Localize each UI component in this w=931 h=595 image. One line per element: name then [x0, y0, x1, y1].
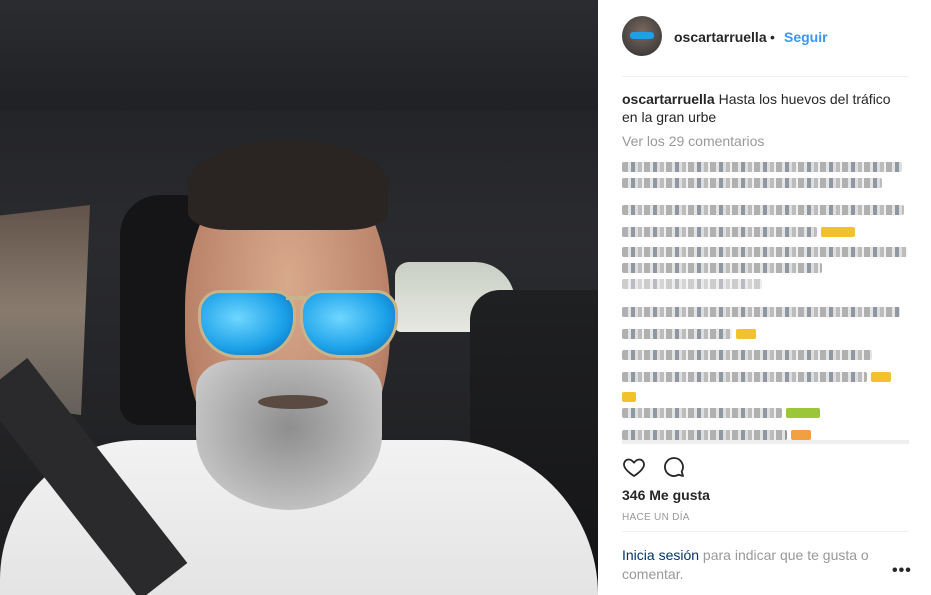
comment-blurred-line: [622, 279, 762, 289]
follow-button[interactable]: Seguir: [784, 29, 828, 45]
comment-blurred-line: [622, 408, 782, 418]
sunglasses-lens-left: [198, 290, 296, 358]
login-link[interactable]: Inicia sesión: [622, 547, 699, 563]
comment-item: [622, 301, 907, 345]
emoji-icon: [871, 372, 891, 382]
person-mouth: [258, 395, 328, 409]
sunglasses-lens-right: [300, 290, 398, 358]
comment-blurred-line: [622, 247, 907, 257]
comment-blurred-line: [622, 263, 822, 273]
comment-item: [622, 241, 907, 295]
comment-icon[interactable]: [662, 455, 686, 479]
person-beard: [196, 360, 382, 510]
comment-blurred-line: [622, 329, 732, 339]
comment-blurred-line: [622, 178, 882, 188]
header-divider: [622, 76, 909, 77]
post-actions: [622, 455, 686, 479]
user-avatar[interactable]: [622, 16, 662, 56]
person-hair: [188, 140, 388, 230]
view-all-comments-link[interactable]: Ver los 29 comentarios: [622, 133, 764, 149]
more-options-icon[interactable]: •••: [892, 562, 912, 580]
comment-blurred-line: [622, 205, 904, 215]
car-headliner: [0, 0, 598, 110]
comment-blurred-line: [622, 307, 900, 317]
comment-item: [622, 199, 907, 243]
footer-divider: [622, 531, 909, 532]
emoji-icon: [622, 391, 636, 402]
post-caption: oscartarruella Hasta los huevos del tráfi…: [622, 90, 892, 126]
heart-icon[interactable]: [622, 455, 646, 479]
emoji-icon: [791, 430, 811, 440]
comment-blurred-line: [622, 162, 902, 172]
comment-blurred-line: [622, 372, 867, 382]
post-header: oscartarruella • Seguir: [598, 0, 931, 76]
post-sidebar: oscartarruella • Seguir oscartarruella Ha…: [598, 0, 931, 595]
comment-item: [622, 344, 907, 406]
emoji-icon: [736, 329, 756, 339]
post-photo[interactable]: [0, 0, 598, 595]
comment-blurred-line: [622, 430, 787, 440]
post-timestamp[interactable]: HACE UN DÍA: [622, 512, 690, 523]
comments-divider: [622, 440, 909, 444]
comment-blurred-line: [622, 227, 817, 237]
comment-blurred-line: [622, 350, 872, 360]
emoji-icon: [821, 227, 855, 237]
header-username[interactable]: oscartarruella: [674, 29, 767, 45]
like-count[interactable]: 346 Me gusta: [622, 487, 710, 503]
caption-username[interactable]: oscartarruella: [622, 91, 715, 107]
comment-item: [622, 156, 907, 194]
login-prompt: Inicia sesión para indicar que te gusta …: [622, 546, 892, 584]
sunglasses-bridge: [286, 296, 306, 300]
emoji-icon: [786, 408, 820, 418]
header-separator: •: [770, 29, 775, 45]
